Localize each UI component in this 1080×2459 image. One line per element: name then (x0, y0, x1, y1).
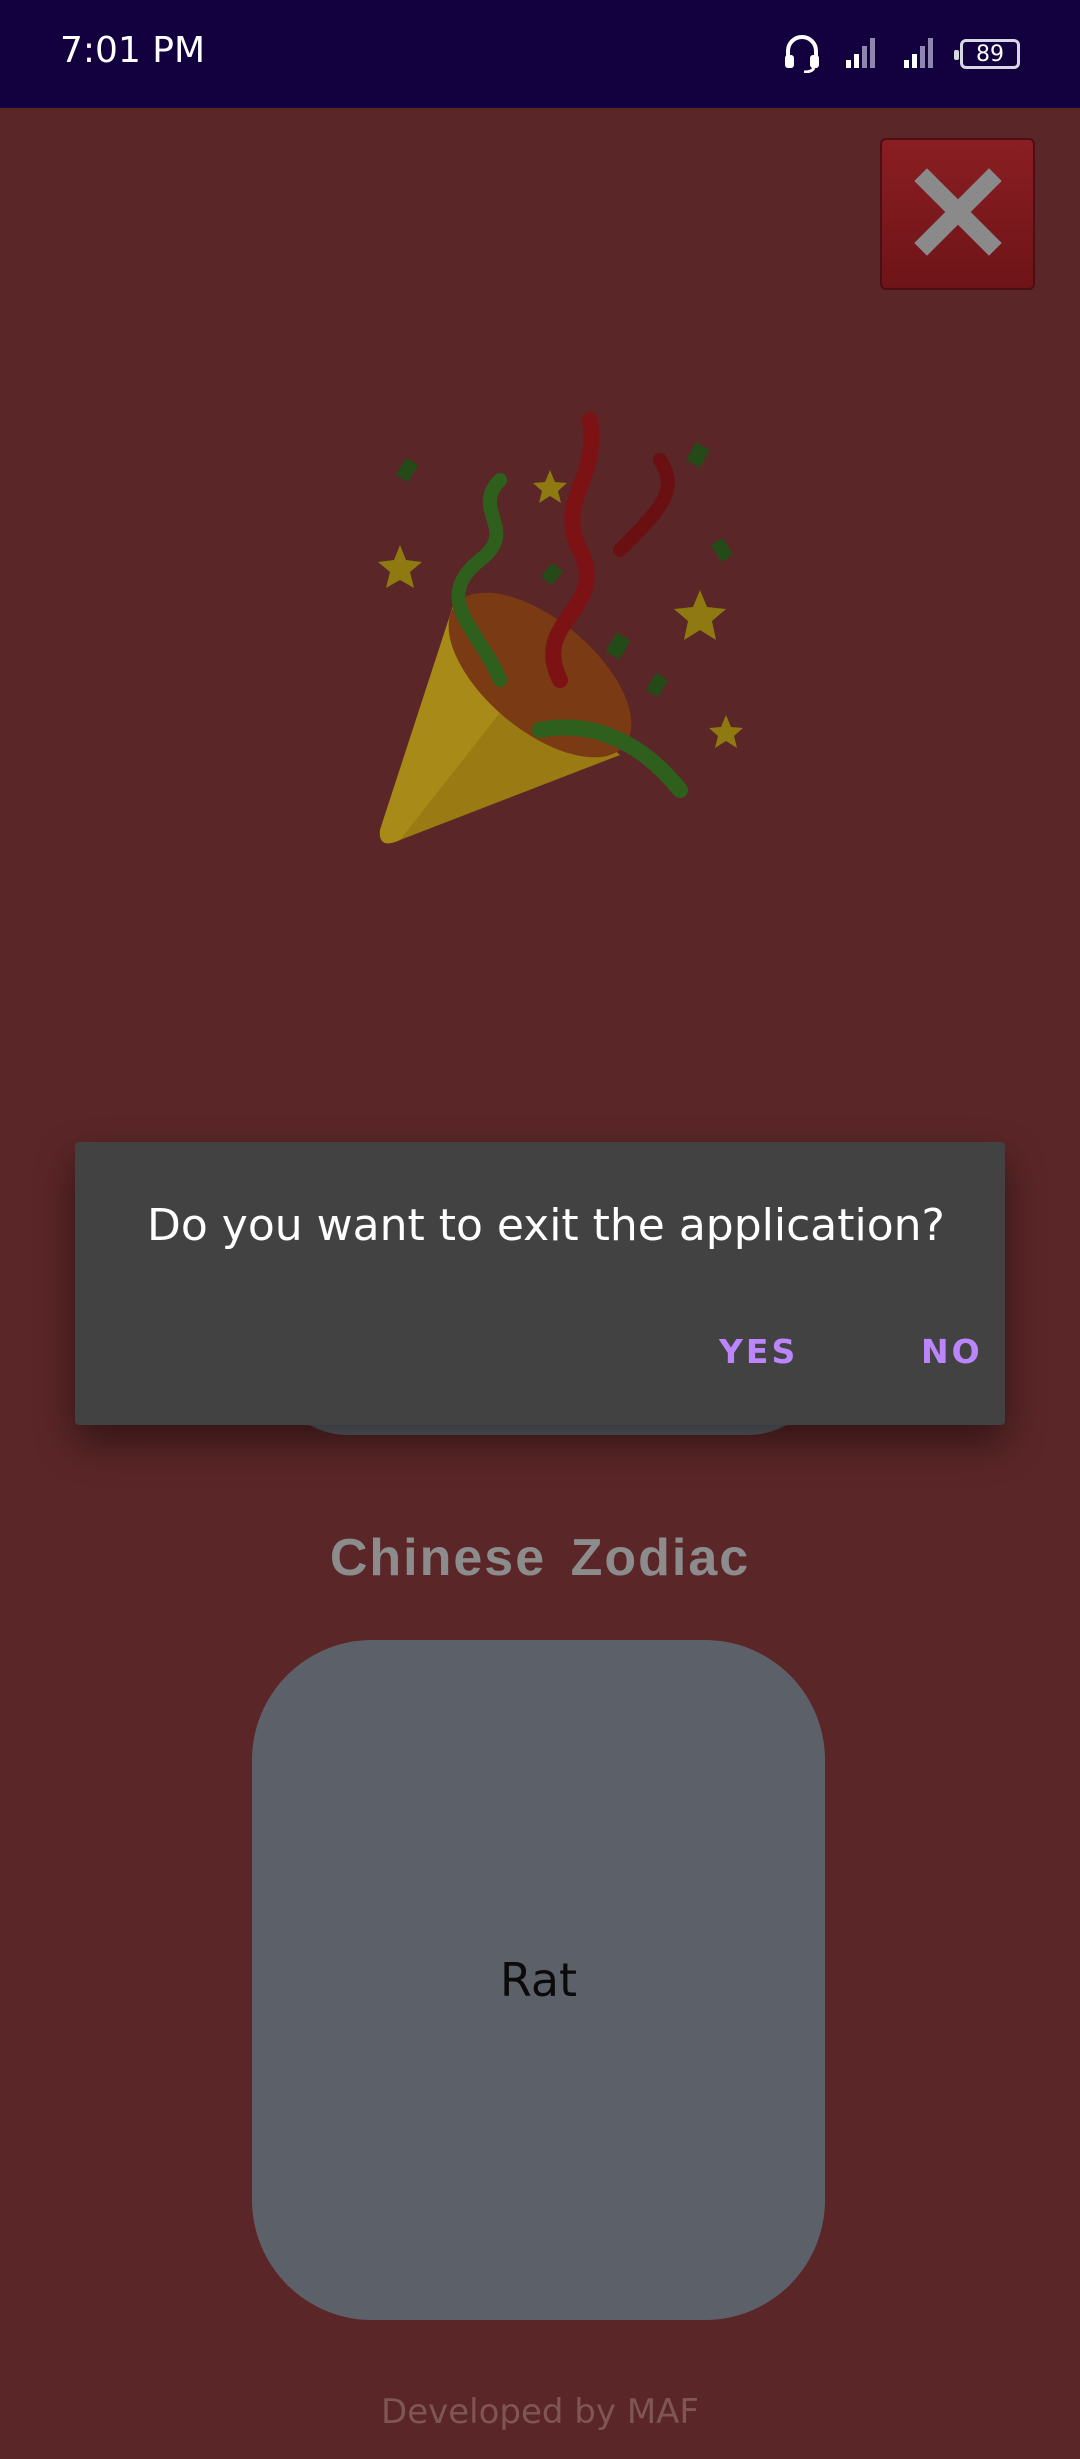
screen: 7:01 PM 89 Chinese Zodiac Rat Developed … (0, 0, 1080, 2459)
no-button[interactable]: NO (905, 1322, 999, 1381)
status-icons: 89 (782, 28, 1020, 80)
zodiac-card-button[interactable]: Rat (252, 1640, 825, 2320)
headset-icon (782, 31, 822, 77)
close-icon (913, 167, 1003, 261)
app-title: Chinese Zodiac (329, 1529, 751, 1587)
exit-dialog: Do you want to exit the application? YES… (75, 1142, 1005, 1425)
zodiac-label: Rat (499, 1953, 578, 2007)
battery-level: 89 (976, 41, 1004, 67)
signal-icon (844, 34, 880, 74)
status-time: 7:01 PM (60, 30, 206, 71)
party-popper-icon (360, 400, 760, 860)
signal-icon (902, 34, 938, 74)
battery-icon: 89 (954, 39, 1020, 69)
footer-credit: Developed by MAF (381, 2392, 699, 2432)
dialog-message: Do you want to exit the application? (147, 1200, 945, 1251)
status-bar: 7:01 PM 89 (0, 0, 1080, 108)
yes-button[interactable]: YES (703, 1322, 814, 1381)
close-button[interactable] (880, 138, 1035, 290)
